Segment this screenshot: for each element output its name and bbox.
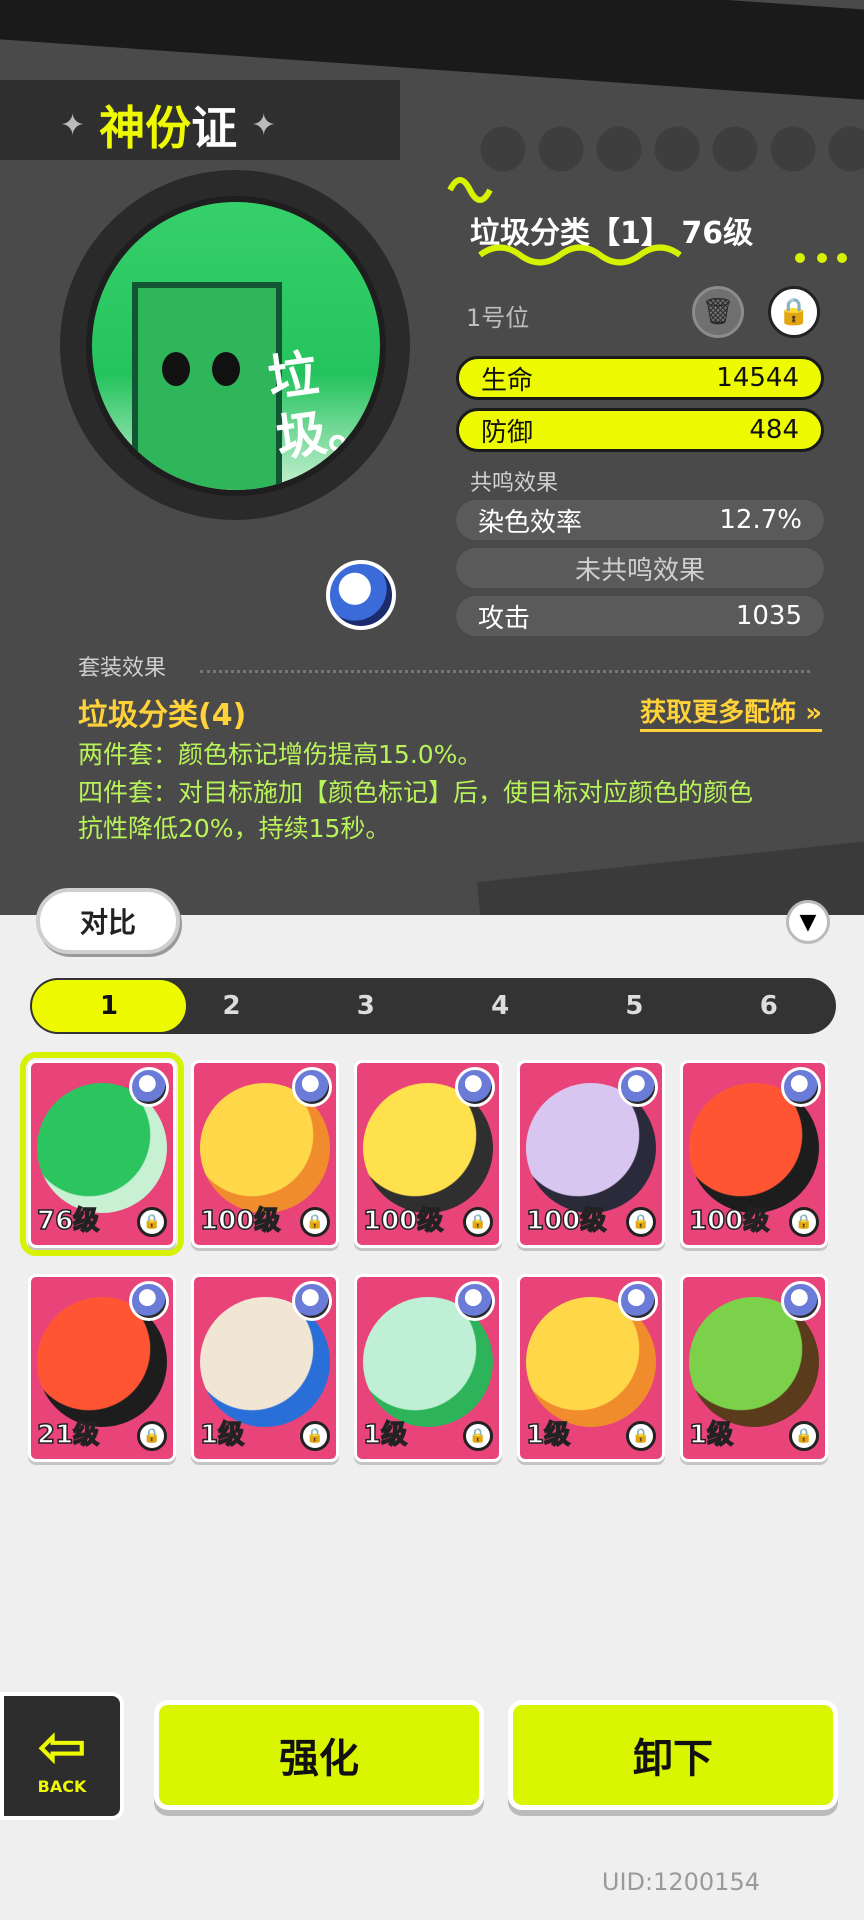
item-name: 垃圾分类【1】 76级 — [470, 216, 754, 251]
tab-5[interactable]: 5 — [567, 991, 701, 1021]
lock-icon[interactable]: 🔒 — [137, 1207, 167, 1237]
substat-empty: 未共鸣效果 — [456, 548, 824, 588]
stat-value: 12.7% — [719, 505, 802, 535]
lock-icon[interactable]: 🔒 — [626, 1421, 656, 1451]
substat-dye: 染色效率 12.7% — [456, 500, 824, 540]
wearer-avatar — [781, 1067, 821, 1107]
unequip-button[interactable]: 卸下 — [508, 1700, 838, 1810]
back-arrow-icon: ⇦ — [36, 1711, 88, 1782]
eye-graphic — [212, 352, 240, 386]
stat-def: 防御 484 — [456, 408, 824, 452]
wearer-avatar — [455, 1281, 495, 1321]
sparkle-icon: ✦ — [251, 107, 277, 143]
accessory-card[interactable]: 1级 🔒 — [191, 1274, 339, 1462]
card-level: 1级 — [199, 1419, 245, 1451]
stat-label: 未共鸣效果 — [574, 555, 705, 586]
sparkle-icon: ✦ — [60, 107, 86, 143]
page-title: ✦ 神份证 ✦ — [60, 92, 276, 158]
accessory-card[interactable]: 100级 🔒 — [191, 1060, 339, 1248]
wearer-avatar — [455, 1067, 495, 1107]
accessory-card[interactable]: 21级 🔒 — [28, 1274, 176, 1462]
stat-label: 攻击 — [478, 603, 531, 634]
owner-avatar[interactable] — [326, 560, 396, 630]
tab-6[interactable]: 6 — [702, 991, 836, 1021]
uid-label: UID:1200154 — [601, 1868, 760, 1896]
wearer-avatar — [781, 1281, 821, 1321]
stat-value: 484 — [749, 415, 799, 445]
stat-value: 14544 — [716, 363, 799, 393]
title-highlight: 神份 — [99, 101, 192, 155]
title-rest: 证 — [191, 101, 238, 155]
wearer-avatar — [292, 1281, 332, 1321]
tab-active[interactable]: 1 — [32, 980, 186, 1032]
wearer-avatar — [129, 1067, 169, 1107]
stat-label: 染色效率 — [478, 507, 583, 538]
lock-icon[interactable]: 🔒 — [626, 1207, 656, 1237]
lock-icon[interactable]: 🔒 — [300, 1207, 330, 1237]
card-level: 1级 — [362, 1419, 408, 1451]
lock-icon[interactable]: 🔒 — [463, 1421, 493, 1451]
emblem-text: 垃圾。 — [264, 344, 380, 468]
tab-3[interactable]: 3 — [299, 991, 433, 1021]
wearer-avatar — [129, 1281, 169, 1321]
substat-atk: 攻击 1035 — [456, 596, 824, 636]
accessory-card[interactable]: 100级 🔒 — [354, 1060, 502, 1248]
effect-4pc-line2: 抗性降低20%，持续15秒。 — [78, 814, 391, 843]
accessory-card[interactable]: 1级 🔒 — [517, 1274, 665, 1462]
stat-value: 1035 — [735, 601, 802, 631]
eye-graphic — [162, 352, 190, 386]
lock-icon[interactable]: 🔒 — [300, 1421, 330, 1451]
accessory-card[interactable]: 1级 🔒 — [354, 1274, 502, 1462]
accessory-card[interactable]: 100级 🔒 — [517, 1060, 665, 1248]
divider — [200, 670, 810, 673]
lock-icon[interactable]: 🔒 — [463, 1207, 493, 1237]
card-level: 21级 — [36, 1419, 100, 1451]
suit-title: 垃圾分类(4) — [78, 698, 247, 733]
accessory-grid: 76级 🔒 100级 🔒 100级 🔒 100级 🔒 100级 🔒 21级 🔒 1级 🔒 1级 🔒 1级 🔒 1级 🔒 — [20, 1052, 840, 1462]
card-level: 76级 — [36, 1205, 100, 1237]
accessory-card[interactable]: 1级 🔒 — [680, 1274, 828, 1462]
effect-4pc-line1: 四件套：对目标施加【颜色标记】后，使目标对应颜色的颜色 — [78, 778, 754, 807]
slot-label: 1号位 — [466, 304, 530, 332]
card-level: 1级 — [525, 1419, 571, 1451]
lock-icon[interactable]: 🔒 — [768, 286, 820, 338]
card-level: 100级 — [525, 1205, 607, 1237]
back-button[interactable]: ⇦ BACK — [0, 1692, 124, 1820]
lock-icon[interactable]: 🔒 — [137, 1421, 167, 1451]
wearer-avatar — [618, 1067, 658, 1107]
stat-hp: 生命 14544 — [456, 356, 824, 400]
trash-icon[interactable]: 🗑 — [692, 286, 744, 338]
filter-icon[interactable]: ▼ — [786, 900, 830, 944]
stat-label: 生命 — [481, 365, 534, 396]
lock-icon[interactable]: 🔒 — [789, 1421, 819, 1451]
trash-can-graphic — [132, 282, 282, 490]
stat-label: 防御 — [481, 417, 534, 448]
card-level: 100级 — [199, 1205, 281, 1237]
card-level: 100级 — [362, 1205, 444, 1237]
back-label: BACK — [37, 1776, 87, 1796]
slot-tabs: 2 3 4 5 6 1 — [30, 978, 836, 1034]
suit-label: 套装效果 — [78, 656, 167, 681]
card-level: 100级 — [688, 1205, 770, 1237]
enhance-button[interactable]: 强化 — [154, 1700, 484, 1810]
effect-2pc: 两件套：颜色标记增伤提高15.0%。 — [78, 740, 483, 769]
lock-icon[interactable]: 🔒 — [789, 1207, 819, 1237]
tab-4[interactable]: 4 — [433, 991, 567, 1021]
wearer-avatar — [618, 1281, 658, 1321]
resonance-title: 共鸣效果 — [470, 471, 559, 496]
accessory-card[interactable]: 100级 🔒 — [680, 1060, 828, 1248]
accessory-card[interactable]: 76级 🔒 — [20, 1052, 184, 1256]
card-level: 1级 — [688, 1419, 734, 1451]
wearer-avatar — [292, 1067, 332, 1107]
get-more-link[interactable]: 获取更多配饰 » — [640, 692, 822, 732]
compare-button[interactable]: 对比 — [36, 888, 180, 954]
item-emblem: 垃圾。 — [86, 196, 386, 496]
